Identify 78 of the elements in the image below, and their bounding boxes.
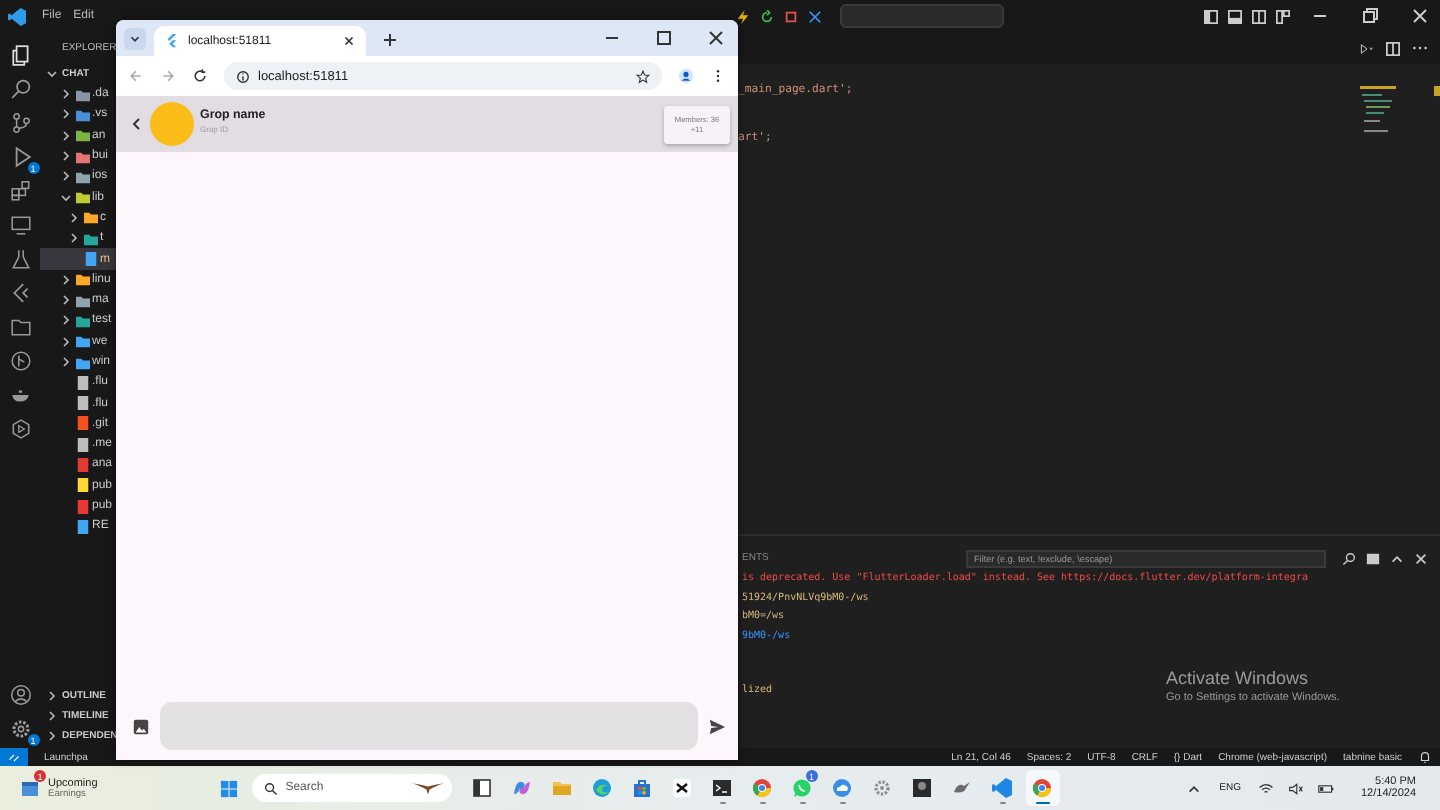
star-icon[interactable] xyxy=(636,69,650,83)
running-indicator xyxy=(719,801,726,804)
flutter-logo-icon xyxy=(164,34,178,48)
window-icon xyxy=(472,778,493,798)
speaker-icon[interactable] xyxy=(1288,781,1305,795)
wave-icon xyxy=(592,778,613,798)
wifi-icon[interactable] xyxy=(1258,781,1275,795)
tab-search-button[interactable] xyxy=(124,28,146,50)
source-control-icon[interactable] xyxy=(9,112,31,134)
running-indicator xyxy=(1035,801,1050,804)
message-field[interactable] xyxy=(160,702,698,750)
chevrons-icon[interactable] xyxy=(9,282,31,304)
chrome-icon xyxy=(1032,778,1053,798)
sidebar-layout-icon[interactable] xyxy=(1204,9,1218,23)
reload-icon[interactable] xyxy=(192,68,208,84)
panel-layout-icon[interactable] xyxy=(1228,9,1242,23)
bell-icon[interactable] xyxy=(1418,750,1432,764)
cloud-icon xyxy=(832,778,853,798)
settings-icon[interactable] xyxy=(9,718,31,740)
split-editor-icon[interactable] xyxy=(1386,41,1400,55)
account-icon[interactable] xyxy=(9,684,31,706)
activation-title: Activate Windows xyxy=(1166,668,1311,688)
dark-tile-icon xyxy=(912,778,933,798)
terminal-icon xyxy=(712,778,733,798)
new-tab-icon[interactable] xyxy=(382,32,398,48)
scrollbar-marker xyxy=(1434,86,1440,96)
folder-icon[interactable] xyxy=(9,316,31,338)
flask-icon[interactable] xyxy=(9,248,31,270)
chevron-down-icon xyxy=(128,32,142,46)
running-indicator xyxy=(839,801,846,804)
minimap-drawing xyxy=(1360,86,1396,132)
maximize-icon[interactable] xyxy=(654,28,674,48)
search-icon xyxy=(263,781,278,795)
chevron-down-icon xyxy=(46,68,58,80)
image-icon[interactable] xyxy=(132,717,150,735)
hexagon-icon[interactable] xyxy=(9,418,31,440)
back-icon[interactable] xyxy=(128,116,144,132)
avatar xyxy=(150,102,194,146)
extensions-icon[interactable] xyxy=(9,180,31,202)
chevron-up-icon[interactable] xyxy=(1390,551,1404,565)
close-icon[interactable] xyxy=(342,34,356,48)
close-icon[interactable] xyxy=(706,28,726,48)
info-icon[interactable] xyxy=(236,69,250,83)
folder-icon xyxy=(552,778,573,798)
shopping-bag-icon xyxy=(632,778,653,798)
devtools-icon[interactable] xyxy=(808,9,823,23)
monitor-icon[interactable] xyxy=(9,214,31,236)
bird-icon xyxy=(952,778,973,798)
restart-icon[interactable] xyxy=(760,9,775,23)
stop-icon[interactable] xyxy=(784,9,799,23)
cross-icon xyxy=(672,778,693,798)
chrome-icon xyxy=(752,778,773,798)
search-icon[interactable] xyxy=(9,78,31,100)
panel-menu-icon[interactable] xyxy=(1366,551,1380,565)
remote-icon xyxy=(8,751,20,763)
chevron-up-icon[interactable] xyxy=(1185,781,1202,795)
gear-icon xyxy=(872,778,893,798)
start-icon[interactable] xyxy=(219,779,238,797)
battery-icon[interactable] xyxy=(1318,781,1335,795)
restore-icon[interactable] xyxy=(1360,6,1380,26)
bird-icon xyxy=(411,780,444,796)
send-icon[interactable] xyxy=(708,717,726,735)
running-indicator xyxy=(799,801,806,804)
running-indicator xyxy=(999,801,1006,804)
search-icon[interactable] xyxy=(1342,551,1356,565)
files-icon[interactable] xyxy=(9,44,31,66)
split-layout-icon[interactable] xyxy=(1252,9,1266,23)
running-indicator xyxy=(759,801,766,804)
graph-icon[interactable] xyxy=(9,350,31,372)
code-editor-icon xyxy=(992,778,1013,798)
chat-bubble-icon xyxy=(792,778,813,798)
editor-logo-icon xyxy=(8,7,26,25)
calendar-icon[interactable] xyxy=(20,778,40,798)
customize-layout-icon[interactable] xyxy=(1276,9,1290,23)
lightning-icon[interactable] xyxy=(736,9,751,23)
run-menu-icon[interactable] xyxy=(1360,41,1374,55)
profile-icon[interactable] xyxy=(678,68,694,84)
ribbon-icon xyxy=(512,778,533,798)
